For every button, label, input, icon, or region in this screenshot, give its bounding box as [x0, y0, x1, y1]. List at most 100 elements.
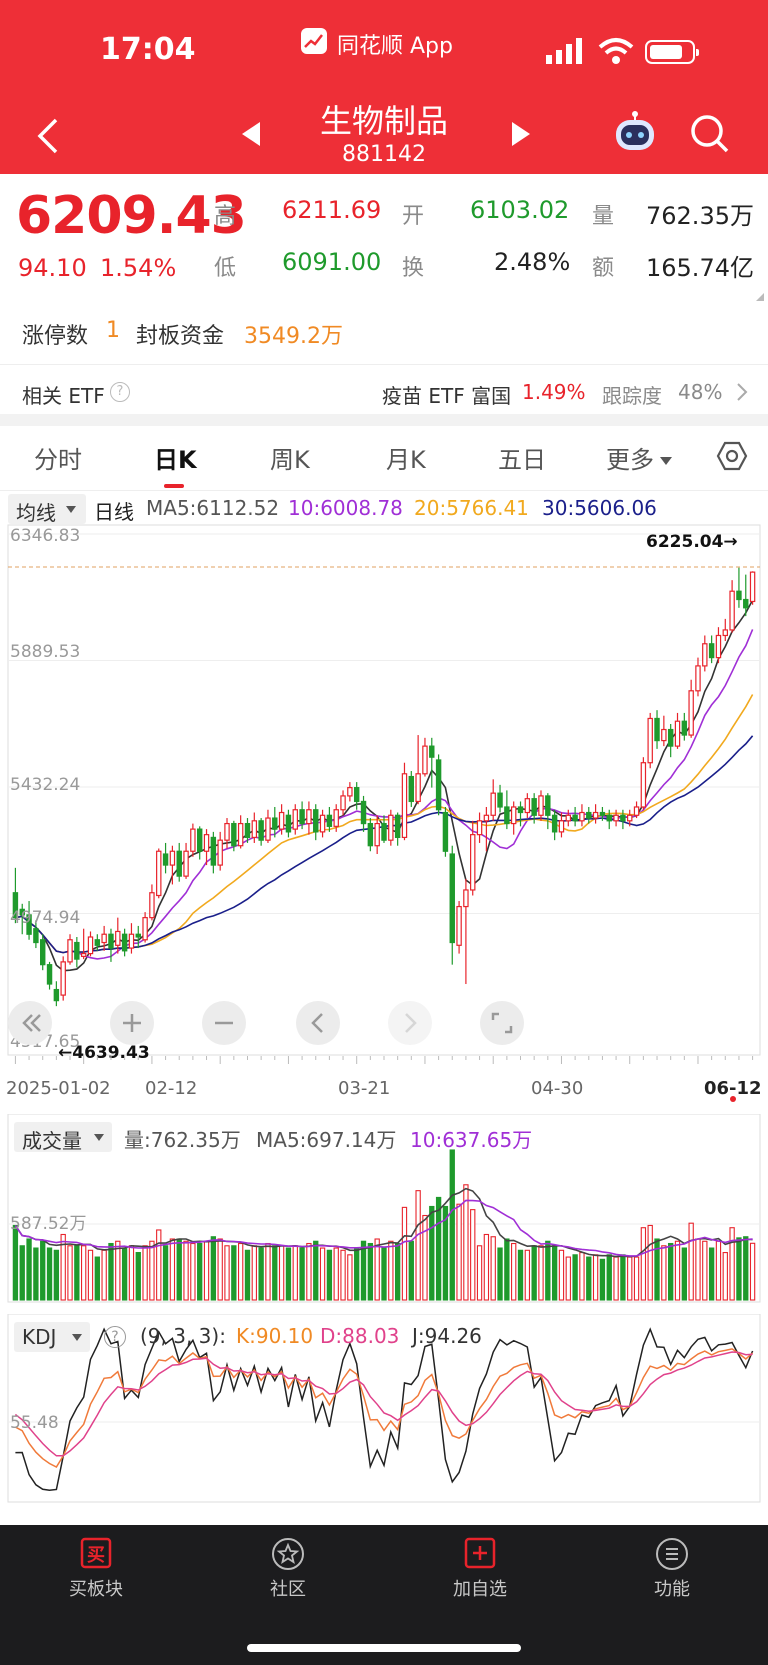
tab-daily-k[interactable]: 日K [154, 440, 197, 475]
candle [162, 853, 169, 866]
ma30-value: 30:5606.06 [542, 496, 657, 520]
etf-name[interactable]: 疫苗 ETF 富国 [382, 380, 511, 409]
volume-selector-label: 成交量 [22, 1129, 82, 1153]
candle [702, 643, 708, 667]
y-label-4: 4974.94 [10, 908, 80, 928]
volume-bar [197, 1242, 203, 1301]
candle [408, 775, 415, 803]
volume-bar [668, 1242, 674, 1301]
volume-bar [272, 1245, 278, 1301]
volume-bar [429, 1205, 435, 1301]
tab-intraday[interactable]: 分时 [34, 440, 82, 475]
volume-bar [708, 1247, 715, 1301]
volume-bar [572, 1254, 578, 1301]
candle [456, 905, 462, 946]
candle [470, 834, 476, 891]
next-sector-button[interactable] [510, 120, 532, 152]
volume-bar [449, 1149, 455, 1301]
x-label-2: 02-12 [145, 1078, 197, 1099]
candle [627, 814, 633, 822]
candle [135, 933, 141, 938]
candle [708, 643, 715, 659]
candle [169, 850, 176, 866]
x-label-3: 03-21 [338, 1078, 390, 1099]
x-label-last: 06-12 [704, 1078, 762, 1099]
candle [353, 787, 360, 803]
kdj-selector[interactable]: KDJ [14, 1322, 90, 1352]
price-change: 94.10 [18, 254, 87, 282]
volume-bar [176, 1238, 182, 1301]
min-price-marker: ←4639.43 [58, 1043, 150, 1063]
seal-fund-amount: 3549.2万 [244, 324, 343, 349]
candle [504, 806, 510, 825]
scroll-left-button[interactable] [296, 1001, 340, 1045]
volume-selector[interactable]: 成交量 [14, 1122, 112, 1153]
candle [272, 817, 278, 830]
candle [729, 590, 735, 631]
candle [128, 933, 135, 949]
functions-button[interactable]: 功能 [612, 1537, 732, 1601]
candle [463, 889, 469, 908]
price-change-pct: 1.54% [100, 254, 177, 282]
chevron-right-icon[interactable] [736, 382, 748, 406]
volume-bar [558, 1249, 565, 1301]
caret-down-icon [72, 1334, 82, 1341]
volume-bar [586, 1256, 592, 1301]
candle [292, 809, 298, 830]
turnover-label: 换 [402, 256, 425, 281]
volume-bar [511, 1242, 517, 1301]
volume-bar [128, 1245, 135, 1301]
volume-bar [169, 1238, 176, 1301]
zoom-out-button[interactable] [202, 1001, 246, 1045]
candle [538, 795, 544, 816]
candle [401, 773, 408, 839]
buy-sector-button[interactable]: 买 买板块 [36, 1537, 156, 1601]
candle [67, 939, 73, 963]
settings-hex-icon[interactable] [716, 440, 748, 476]
candle [183, 850, 189, 877]
volume-bar [394, 1242, 401, 1301]
volume-bar [702, 1240, 708, 1301]
tab-five-day[interactable]: 五日 [498, 440, 546, 475]
candle [647, 717, 653, 764]
buy-icon: 买 [80, 1537, 112, 1569]
volume-bar [545, 1240, 551, 1301]
low-value: 6091.00 [282, 248, 382, 276]
candle [74, 941, 80, 960]
candle [743, 598, 749, 609]
add-watchlist-button[interactable]: 加自选 [420, 1537, 540, 1601]
home-indicator [247, 1644, 521, 1652]
candle [722, 629, 729, 637]
candle [442, 811, 449, 852]
back-button[interactable] [36, 116, 60, 160]
volume-bar [470, 1209, 476, 1301]
open-label: 开 [402, 204, 425, 229]
volume-bar [476, 1245, 483, 1301]
volume-bar [456, 1203, 462, 1301]
fullscreen-button[interactable] [480, 1001, 524, 1045]
add-watchlist-label: 加自选 [453, 1579, 507, 1600]
y-label-max: 6346.83 [10, 526, 80, 546]
search-icon[interactable] [690, 114, 730, 158]
candle [285, 814, 292, 833]
more-dropdown-icon[interactable] [660, 452, 672, 471]
kdj-help-icon[interactable]: ? [104, 1326, 126, 1348]
tab-more[interactable]: 更多 [606, 440, 654, 475]
community-button[interactable]: 社区 [228, 1537, 348, 1601]
tab-monthly-k[interactable]: 月K [386, 440, 426, 475]
candle [94, 939, 101, 946]
help-icon[interactable]: ? [110, 382, 130, 402]
scroll-right-button[interactable] [388, 1001, 432, 1045]
menu-icon [656, 1538, 688, 1570]
robot-assistant-icon[interactable] [612, 110, 658, 160]
expand-corner-icon[interactable] [756, 286, 764, 305]
volume-bar [265, 1242, 271, 1301]
tracking-pct: 48% [678, 380, 723, 404]
scroll-to-start-button[interactable] [8, 1001, 52, 1045]
volume-bar [313, 1240, 319, 1301]
prev-sector-button[interactable] [240, 120, 262, 152]
zoom-in-button[interactable] [110, 1001, 154, 1045]
candle [715, 634, 722, 659]
tab-weekly-k[interactable]: 周K [270, 440, 310, 475]
ma10-value: 10:6008.78 [288, 496, 403, 520]
